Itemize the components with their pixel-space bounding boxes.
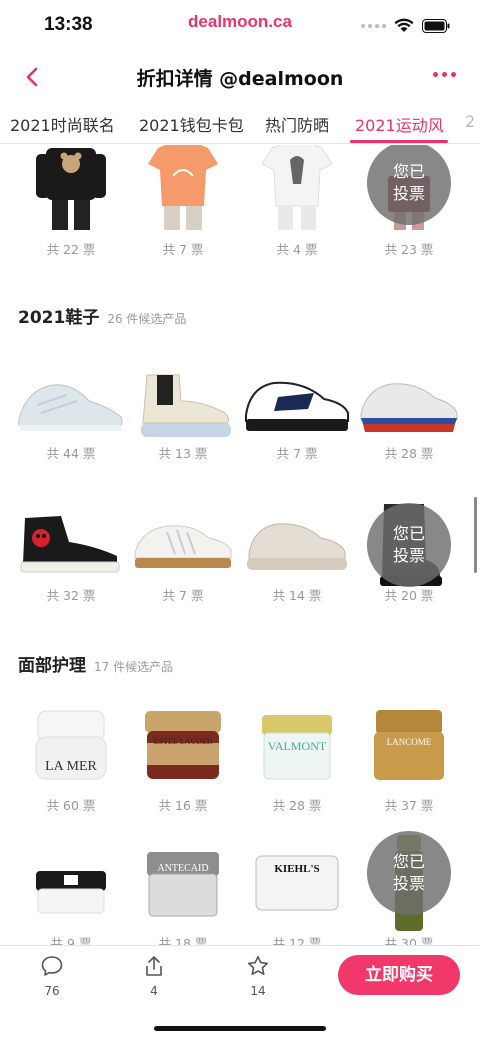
product-card[interactable]: 共 28 票 xyxy=(354,357,464,461)
vote-count: 共 32 票 xyxy=(46,588,96,603)
section-subtitle: 26 件候选产品 xyxy=(107,312,187,326)
product-card[interactable]: 您已 投票 共 20 票 xyxy=(354,497,464,603)
product-image-tshirt xyxy=(128,145,238,231)
bottom-action-bar: 76 4 14 立即购买 xyxy=(0,945,480,1039)
vote-count: 共 9 票 xyxy=(50,936,92,945)
product-image-lancome: LANCOME xyxy=(354,697,464,793)
product-card[interactable]: 共 22 票 xyxy=(16,145,126,257)
product-card[interactable]: 共 44 票 xyxy=(16,357,126,461)
tab-next-partial[interactable]: 2 xyxy=(465,112,475,131)
vote-list: 共 22 票 共 7 票 共 4 票 您已 投票 共 23 票 2021鞋子 2… xyxy=(0,145,480,945)
tab-sportswear[interactable]: 2021运动风 xyxy=(355,112,444,136)
tab-fashion-collab[interactable]: 2021时尚联名 xyxy=(10,112,115,136)
more-options-icon[interactable] xyxy=(433,72,456,77)
product-image-erno-laszlo xyxy=(16,835,126,931)
nav-header: 折扣详情 @dealmoon xyxy=(0,52,480,102)
product-card[interactable]: VALMONT 共 28 票 xyxy=(242,697,352,813)
vote-count: 共 60 票 xyxy=(46,798,96,813)
section-title-shoes: 2021鞋子 26 件候选产品 xyxy=(18,308,187,328)
category-tabs: 2021时尚联名 2021钱包卡包 热门防晒 2021运动风 2 xyxy=(0,102,480,144)
voted-badge: 您已 投票 xyxy=(367,145,451,225)
product-card[interactable]: 您已 投票 共 30 票 xyxy=(354,831,464,945)
product-image-hoodie xyxy=(16,145,126,231)
vote-count: 共 28 票 xyxy=(272,798,322,813)
product-card[interactable]: 共 7 票 xyxy=(128,497,238,603)
product-card[interactable]: 共 9 票 xyxy=(16,835,126,945)
vote-count: 共 22 票 xyxy=(46,242,96,257)
product-card[interactable]: 共 4 票 xyxy=(242,145,352,257)
buy-now-button[interactable]: 立即购买 xyxy=(338,955,460,995)
vote-count: 共 12 票 xyxy=(272,936,322,945)
product-image-chelsea-boot xyxy=(128,357,238,453)
product-image-yeezy-500 xyxy=(242,497,352,593)
section-subtitle: 17 件候选产品 xyxy=(94,660,174,674)
product-card[interactable]: ESTEE LAUDER 共 16 票 xyxy=(128,697,238,813)
product-card[interactable]: 共 14 票 xyxy=(242,497,352,603)
product-image-trainer xyxy=(242,357,352,453)
product-card[interactable]: KIEHL'S 共 12 票 xyxy=(242,835,352,945)
tab-wallets[interactable]: 2021钱包卡包 xyxy=(139,112,244,136)
vote-count: 共 37 票 xyxy=(384,798,434,813)
wifi-icon xyxy=(394,18,414,32)
product-card[interactable]: 共 7 票 xyxy=(242,357,352,461)
tab-sunscreen[interactable]: 热门防晒 xyxy=(265,112,329,136)
product-brand-label: LA MER xyxy=(45,759,97,774)
vote-count: 共 4 票 xyxy=(276,242,318,257)
vote-count: 共 13 票 xyxy=(158,446,208,461)
vote-count: 共 20 票 xyxy=(384,588,434,603)
vote-count: 共 18 票 xyxy=(158,936,208,945)
product-image-antecaid: ANTECAID xyxy=(128,835,238,931)
voted-badge: 您已 投票 xyxy=(367,831,451,915)
vote-count: 共 30 票 xyxy=(384,936,434,945)
product-brand-label: ANTECAID xyxy=(157,863,209,874)
product-brand-label: LANCOME xyxy=(386,737,432,747)
product-card[interactable]: 共 13 票 xyxy=(128,357,238,461)
product-card[interactable]: 共 7 票 xyxy=(128,145,238,257)
product-image-kiehls: KIEHL'S xyxy=(242,835,352,931)
battery-icon xyxy=(422,18,450,33)
vote-count: 共 7 票 xyxy=(162,242,204,257)
page-title: 折扣详情 @dealmoon xyxy=(136,68,344,90)
section-title-face-care: 面部护理 17 件候选产品 xyxy=(18,656,174,676)
vote-count: 共 7 票 xyxy=(276,446,318,461)
product-brand-label: KIEHL'S xyxy=(274,863,320,875)
product-image-estee-lauder: ESTEE LAUDER xyxy=(128,697,238,793)
share-icon xyxy=(146,956,162,976)
product-image-valmont: VALMONT xyxy=(242,697,352,793)
status-icons xyxy=(361,18,450,33)
product-image-la-mer: LA MER xyxy=(16,697,126,793)
comments-button[interactable]: 76 xyxy=(32,954,72,998)
comment-icon xyxy=(41,956,63,976)
product-card[interactable]: ANTECAID 共 18 票 xyxy=(128,835,238,945)
share-button[interactable]: 4 xyxy=(134,954,174,998)
product-brand-label: VALMONT xyxy=(267,739,327,753)
product-card[interactable]: LA MER 共 60 票 xyxy=(16,697,126,813)
signal-icon xyxy=(361,23,386,28)
home-indicator xyxy=(154,1026,326,1031)
product-card[interactable]: 您已 投票 共 23 票 xyxy=(354,145,464,257)
favorite-button[interactable]: 14 xyxy=(238,954,278,998)
voted-badge: 您已 投票 xyxy=(367,503,451,587)
comments-count: 76 xyxy=(44,984,60,998)
status-bar: 13:38 dealmoon.ca xyxy=(0,0,480,52)
vote-count: 共 44 票 xyxy=(46,446,96,461)
scrollbar[interactable] xyxy=(474,497,477,573)
vote-count: 共 23 票 xyxy=(384,242,434,257)
shares-count: 4 xyxy=(150,984,158,998)
product-image-graphic-tee xyxy=(242,145,352,231)
product-brand-label: ESTEE LAUDER xyxy=(153,737,213,746)
vote-count: 共 16 票 xyxy=(158,798,208,813)
vote-count: 共 28 票 xyxy=(384,446,434,461)
tab-active-indicator xyxy=(350,140,448,143)
product-image-yeezy xyxy=(16,357,126,453)
product-card[interactable]: LANCOME 共 37 票 xyxy=(354,697,464,813)
product-image-triple-s xyxy=(354,357,464,453)
product-image-replica-sneaker xyxy=(128,497,238,593)
star-icon xyxy=(248,956,268,975)
product-card[interactable]: 共 32 票 xyxy=(16,497,126,603)
product-image-cdg-converse xyxy=(16,497,126,593)
favorites-count: 14 xyxy=(250,984,266,998)
vote-count: 共 7 票 xyxy=(162,588,204,603)
vote-count: 共 14 票 xyxy=(272,588,322,603)
